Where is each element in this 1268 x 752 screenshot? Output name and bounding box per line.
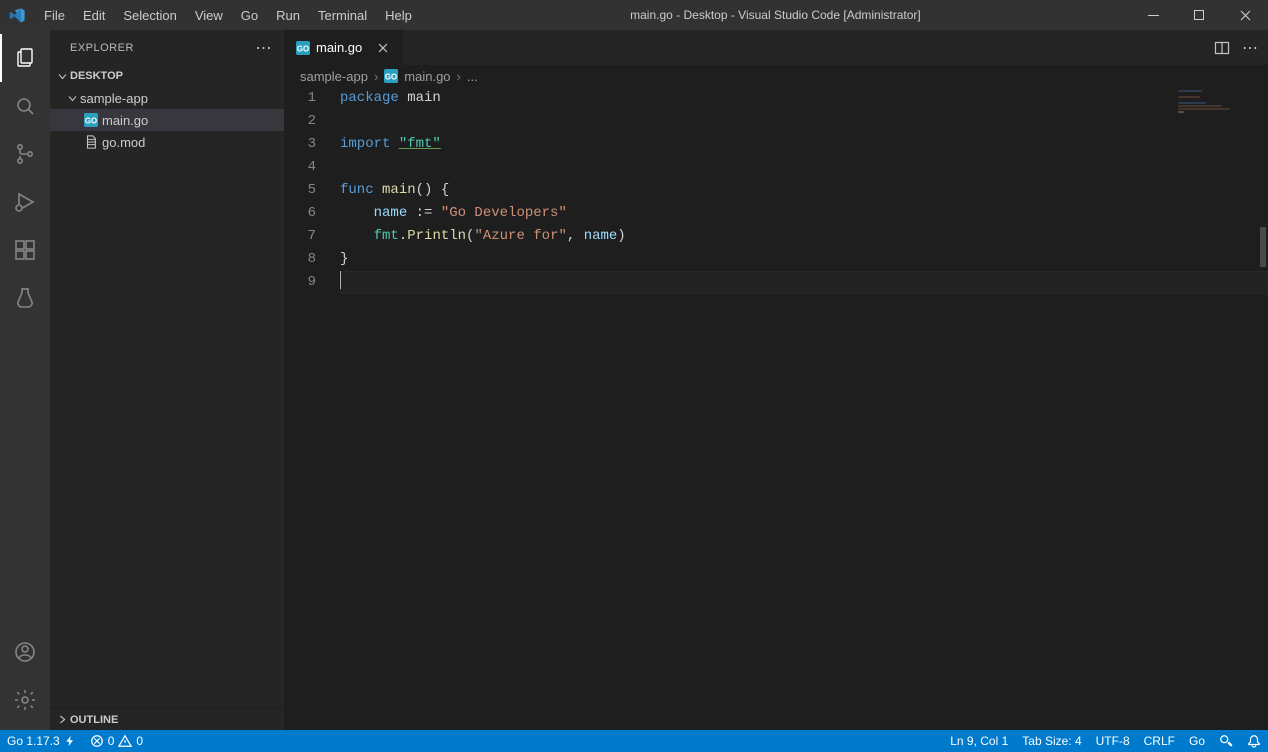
activity-extensions[interactable] bbox=[0, 226, 50, 274]
breadcrumbs[interactable]: sample-app › GO main.go › ... bbox=[284, 65, 1268, 87]
window-title: main.go - Desktop - Visual Studio Code [… bbox=[421, 8, 1130, 22]
tab-bar: GO main.go ⋯ bbox=[284, 30, 1268, 65]
status-problems[interactable]: 0 0 bbox=[83, 730, 150, 752]
file-icon bbox=[82, 135, 100, 149]
overview-ruler[interactable] bbox=[1258, 87, 1268, 730]
title-bar: File Edit Selection View Go Run Terminal… bbox=[0, 0, 1268, 30]
menu-file[interactable]: File bbox=[35, 0, 74, 30]
chevron-right-icon: › bbox=[457, 69, 461, 84]
activity-settings[interactable] bbox=[0, 676, 50, 724]
menu-run[interactable]: Run bbox=[267, 0, 309, 30]
menu-view[interactable]: View bbox=[186, 0, 232, 30]
activity-explorer[interactable] bbox=[0, 34, 50, 82]
breadcrumb-folder[interactable]: sample-app bbox=[300, 69, 368, 84]
code-content[interactable]: package main import "fmt" func main() { … bbox=[334, 87, 1268, 730]
file-tree: DESKTOP sample-app GO main.go go.mod bbox=[50, 65, 284, 708]
status-feedback-icon[interactable] bbox=[1212, 730, 1240, 752]
editor-more-icon[interactable]: ⋯ bbox=[1242, 38, 1258, 58]
minimize-button[interactable] bbox=[1130, 0, 1176, 30]
status-cursor-position[interactable]: Ln 9, Col 1 bbox=[943, 730, 1015, 752]
tab-label: main.go bbox=[316, 40, 362, 55]
svg-text:GO: GO bbox=[85, 117, 97, 126]
text-cursor bbox=[340, 271, 341, 289]
chevron-right-icon: › bbox=[374, 69, 378, 84]
activity-accounts[interactable] bbox=[0, 628, 50, 676]
line-numbers: 1234 56789 bbox=[284, 87, 334, 730]
activity-bar bbox=[0, 30, 50, 730]
menu-terminal[interactable]: Terminal bbox=[309, 0, 376, 30]
tree-file-label: go.mod bbox=[102, 135, 145, 150]
menu-bar: File Edit Selection View Go Run Terminal… bbox=[35, 0, 421, 30]
minimap[interactable] bbox=[1178, 90, 1258, 120]
outline-label: OUTLINE bbox=[70, 714, 118, 726]
sidebar-more-icon[interactable]: ⋯ bbox=[256, 38, 273, 58]
outline-section[interactable]: OUTLINE bbox=[50, 708, 284, 730]
vscode-logo bbox=[0, 7, 35, 24]
activity-testing[interactable] bbox=[0, 274, 50, 322]
activity-run-debug[interactable] bbox=[0, 178, 50, 226]
status-language[interactable]: Go bbox=[1182, 730, 1212, 752]
status-eol[interactable]: CRLF bbox=[1137, 730, 1182, 752]
editor-group: GO main.go ⋯ sample-app › GO bbox=[284, 30, 1268, 730]
error-icon bbox=[90, 734, 104, 748]
activity-source-control[interactable] bbox=[0, 130, 50, 178]
breadcrumb-symbol[interactable]: ... bbox=[467, 69, 478, 84]
status-notifications-icon[interactable] bbox=[1240, 730, 1268, 752]
activity-search[interactable] bbox=[0, 82, 50, 130]
status-bar: Go 1.17.3 0 0 Ln 9, Col 1 Tab Size: 4 UT… bbox=[0, 730, 1268, 752]
tree-folder-label: sample-app bbox=[80, 91, 148, 106]
maximize-button[interactable] bbox=[1176, 0, 1222, 30]
tree-root-label: DESKTOP bbox=[70, 70, 123, 82]
close-button[interactable] bbox=[1222, 0, 1268, 30]
tab-close-icon[interactable] bbox=[375, 40, 391, 56]
status-encoding[interactable]: UTF-8 bbox=[1089, 730, 1137, 752]
tree-root[interactable]: DESKTOP bbox=[50, 65, 284, 87]
svg-text:GO: GO bbox=[297, 44, 309, 53]
menu-go[interactable]: Go bbox=[232, 0, 267, 30]
menu-edit[interactable]: Edit bbox=[74, 0, 114, 30]
code-editor[interactable]: 1234 56789 package main import "fmt" fun… bbox=[284, 87, 1268, 730]
menu-selection[interactable]: Selection bbox=[114, 0, 185, 30]
sidebar: EXPLORER ⋯ DESKTOP sample-app GO main.go bbox=[50, 30, 284, 730]
tree-folder[interactable]: sample-app bbox=[50, 87, 284, 109]
sidebar-title: EXPLORER bbox=[70, 42, 134, 54]
tree-file-label: main.go bbox=[102, 113, 148, 128]
go-file-icon: GO bbox=[384, 69, 398, 83]
warning-icon bbox=[118, 734, 132, 748]
go-file-icon: GO bbox=[296, 41, 310, 55]
window-controls bbox=[1130, 0, 1268, 30]
svg-text:GO: GO bbox=[385, 73, 397, 82]
sidebar-header: EXPLORER ⋯ bbox=[50, 30, 284, 65]
status-go-version[interactable]: Go 1.17.3 bbox=[0, 730, 83, 752]
split-editor-icon[interactable] bbox=[1214, 40, 1230, 56]
tab-main-go[interactable]: GO main.go bbox=[284, 30, 404, 65]
tree-file-main-go[interactable]: GO main.go bbox=[50, 109, 284, 131]
tree-file-go-mod[interactable]: go.mod bbox=[50, 131, 284, 153]
status-tab-size[interactable]: Tab Size: 4 bbox=[1015, 730, 1088, 752]
breadcrumb-file[interactable]: main.go bbox=[404, 69, 450, 84]
menu-help[interactable]: Help bbox=[376, 0, 421, 30]
go-file-icon: GO bbox=[82, 113, 100, 127]
bolt-icon bbox=[64, 735, 76, 747]
